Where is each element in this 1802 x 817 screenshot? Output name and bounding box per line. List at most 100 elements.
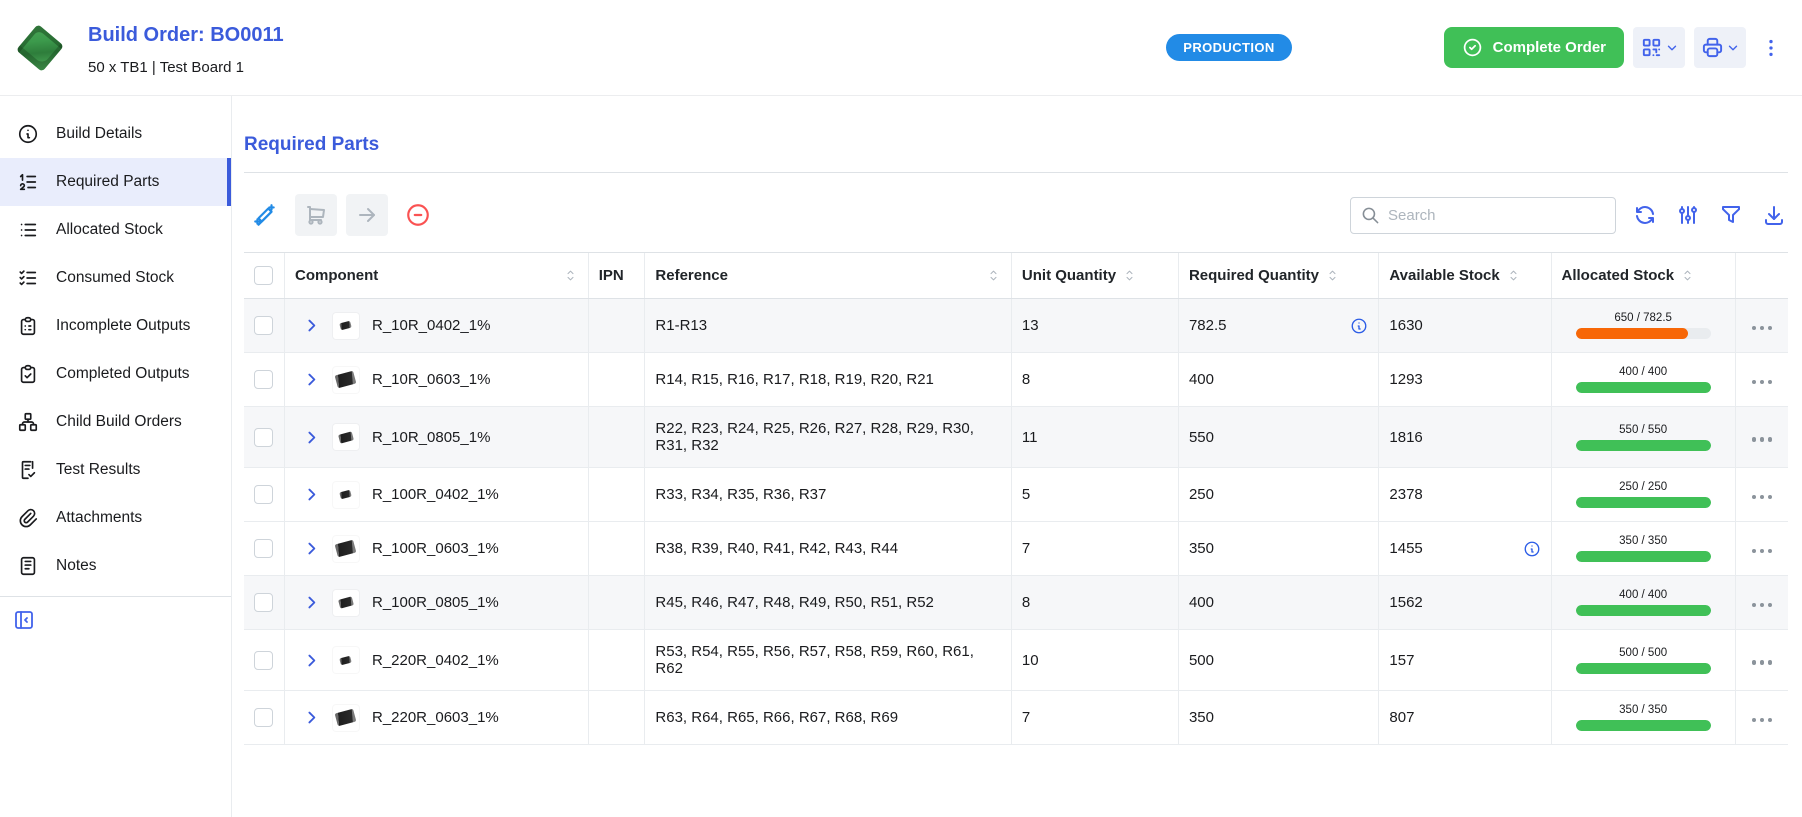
column-header-required-quantity[interactable]: Required Quantity bbox=[1178, 253, 1378, 299]
column-label: Reference bbox=[655, 267, 728, 284]
allocated-progress-label: 400 / 400 bbox=[1619, 366, 1667, 378]
arrow-right-icon bbox=[355, 203, 379, 227]
clipboard-check-icon bbox=[17, 363, 39, 385]
row-checkbox[interactable] bbox=[254, 370, 273, 389]
resistor-chip-image bbox=[340, 490, 352, 500]
column-header-ipn[interactable]: IPN bbox=[588, 253, 645, 299]
allocated-progress-label: 250 / 250 bbox=[1619, 481, 1667, 493]
info-icon[interactable] bbox=[1523, 540, 1541, 558]
expand-row-icon[interactable] bbox=[303, 709, 320, 726]
sidebar-item-consumed-stock[interactable]: Consumed Stock bbox=[0, 254, 231, 302]
required-quantity-value: 350 bbox=[1189, 540, 1214, 557]
sort-icon bbox=[1325, 268, 1340, 283]
row-actions-button[interactable] bbox=[1748, 433, 1777, 446]
sidebar-item-allocated-stock[interactable]: Allocated Stock bbox=[0, 206, 231, 254]
expand-row-icon[interactable] bbox=[303, 594, 320, 611]
auto-allocate-button[interactable] bbox=[244, 194, 286, 236]
refresh-button[interactable] bbox=[1631, 201, 1659, 229]
sidebar-item-build-details[interactable]: Build Details bbox=[0, 110, 231, 158]
expand-row-icon[interactable] bbox=[303, 317, 320, 334]
barcode-actions-button[interactable] bbox=[1633, 27, 1685, 68]
sidebar-item-test-results[interactable]: Test Results bbox=[0, 446, 231, 494]
sidebar-item-attachments[interactable]: Attachments bbox=[0, 494, 231, 542]
resistor-chip-image bbox=[335, 709, 357, 726]
expand-row-icon[interactable] bbox=[303, 429, 320, 446]
row-actions-button[interactable] bbox=[1748, 656, 1777, 669]
page-subtitle: 50 x TB1 | Test Board 1 bbox=[88, 59, 284, 76]
allocated-progress-bar bbox=[1576, 382, 1711, 393]
row-actions-button[interactable] bbox=[1748, 322, 1777, 335]
allocated-progress-label: 500 / 500 bbox=[1619, 647, 1667, 659]
allocated-progress-label: 650 / 782.5 bbox=[1614, 312, 1672, 324]
component-name[interactable]: R_100R_0805_1% bbox=[372, 594, 499, 611]
download-button[interactable] bbox=[1760, 201, 1788, 229]
notes-icon bbox=[17, 555, 39, 577]
ipn-cell bbox=[588, 522, 645, 576]
column-header-allocated-stock[interactable]: Allocated Stock bbox=[1551, 253, 1735, 299]
search-input[interactable] bbox=[1388, 207, 1605, 224]
complete-order-button[interactable]: Complete Order bbox=[1444, 27, 1624, 68]
column-header-available-stock[interactable]: Available Stock bbox=[1379, 253, 1551, 299]
resistor-chip-image bbox=[335, 371, 357, 388]
component-name[interactable]: R_220R_0402_1% bbox=[372, 652, 499, 669]
expand-row-icon[interactable] bbox=[303, 652, 320, 669]
print-actions-button[interactable] bbox=[1694, 27, 1746, 68]
table-settings-button[interactable] bbox=[1674, 201, 1702, 229]
sidebar-item-incomplete-outputs[interactable]: Incomplete Outputs bbox=[0, 302, 231, 350]
row-actions-button[interactable] bbox=[1748, 714, 1777, 727]
info-icon[interactable] bbox=[1350, 317, 1368, 335]
row-actions-button[interactable] bbox=[1748, 376, 1777, 389]
reference-cell: R1-R13 bbox=[645, 299, 1012, 353]
required-parts-panel: Required Parts bbox=[232, 96, 1802, 817]
filter-button[interactable] bbox=[1717, 201, 1745, 229]
sidebar-item-child-build-orders[interactable]: Child Build Orders bbox=[0, 398, 231, 446]
column-label: Component bbox=[295, 267, 378, 284]
expand-row-icon[interactable] bbox=[303, 540, 320, 557]
row-checkbox[interactable] bbox=[254, 539, 273, 558]
required-quantity-value: 500 bbox=[1189, 652, 1214, 669]
resistor-chip-image bbox=[340, 321, 352, 331]
unit-quantity-cell: 8 bbox=[1011, 353, 1178, 407]
more-actions-button[interactable] bbox=[1760, 27, 1782, 68]
table-row: R_220R_0402_1% R53, R54, R55, R56, R57, … bbox=[244, 630, 1788, 691]
reference-cell: R45, R46, R47, R48, R49, R50, R51, R52 bbox=[645, 576, 1012, 630]
row-checkbox[interactable] bbox=[254, 485, 273, 504]
deallocate-stock-button[interactable] bbox=[397, 194, 439, 236]
row-checkbox[interactable] bbox=[254, 651, 273, 670]
sitemap-icon bbox=[17, 411, 39, 433]
column-header-reference[interactable]: Reference bbox=[645, 253, 1012, 299]
column-header-unit-quantity[interactable]: Unit Quantity bbox=[1011, 253, 1178, 299]
component-name[interactable]: R_10R_0805_1% bbox=[372, 429, 490, 446]
allocated-progress-bar bbox=[1576, 720, 1711, 731]
component-name[interactable]: R_10R_0402_1% bbox=[372, 317, 490, 334]
wand-icon bbox=[252, 202, 278, 228]
part-thumbnail[interactable] bbox=[14, 22, 66, 74]
component-name[interactable]: R_10R_0603_1% bbox=[372, 371, 490, 388]
row-checkbox[interactable] bbox=[254, 428, 273, 447]
column-label: Allocated Stock bbox=[1562, 267, 1675, 284]
order-required-parts-button[interactable] bbox=[295, 194, 337, 236]
component-name[interactable]: R_220R_0603_1% bbox=[372, 709, 499, 726]
row-checkbox[interactable] bbox=[254, 593, 273, 612]
row-actions-button[interactable] bbox=[1748, 545, 1777, 558]
collapse-sidebar-button[interactable] bbox=[12, 605, 52, 635]
search-icon bbox=[1361, 206, 1380, 225]
row-actions-button[interactable] bbox=[1748, 599, 1777, 612]
row-checkbox[interactable] bbox=[254, 708, 273, 727]
expand-row-icon[interactable] bbox=[303, 486, 320, 503]
component-name[interactable]: R_100R_0402_1% bbox=[372, 486, 499, 503]
column-header-component[interactable]: Component bbox=[284, 253, 588, 299]
list-numbers-icon bbox=[17, 171, 39, 193]
sidebar-item-notes[interactable]: Notes bbox=[0, 542, 231, 590]
paperclip-icon bbox=[17, 507, 39, 529]
select-all-checkbox[interactable] bbox=[254, 266, 273, 285]
component-name[interactable]: R_100R_0603_1% bbox=[372, 540, 499, 557]
sidebar-item-completed-outputs[interactable]: Completed Outputs bbox=[0, 350, 231, 398]
chevron-down-icon bbox=[1726, 41, 1740, 55]
sidebar-item-required-parts[interactable]: Required Parts bbox=[0, 158, 231, 206]
row-actions-button[interactable] bbox=[1748, 491, 1777, 504]
row-checkbox[interactable] bbox=[254, 316, 273, 335]
transfer-stock-button[interactable] bbox=[346, 194, 388, 236]
resistor-chip-image bbox=[338, 596, 354, 608]
expand-row-icon[interactable] bbox=[303, 371, 320, 388]
